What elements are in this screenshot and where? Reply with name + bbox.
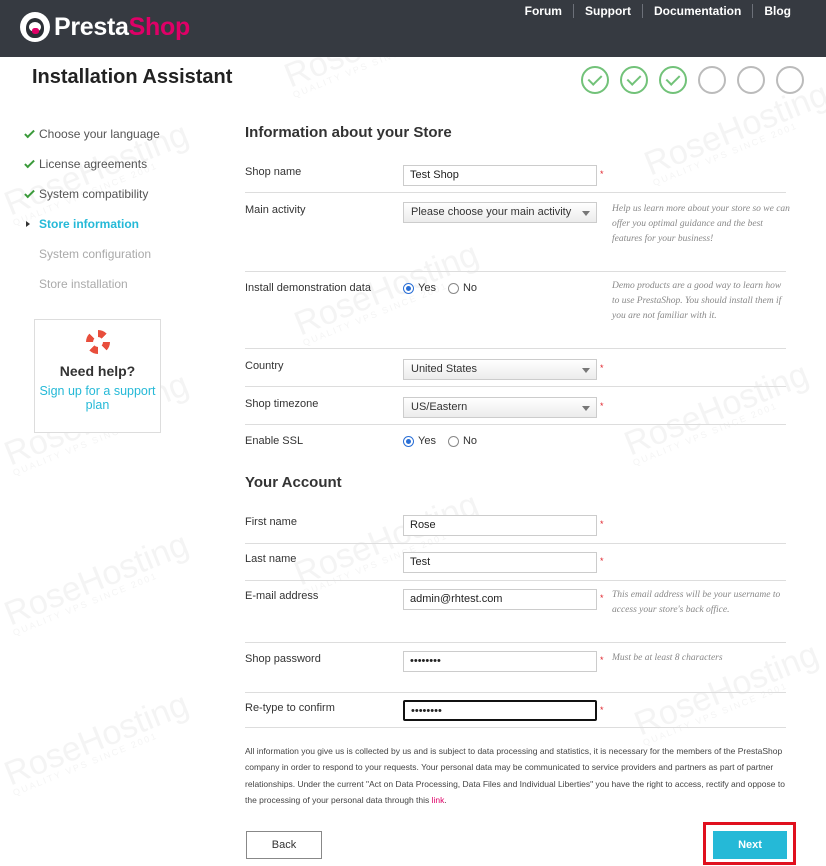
last-name-input[interactable]: Test <box>403 552 597 573</box>
first-name-row: First name Rose * <box>245 507 786 544</box>
password-hint: Must be at least 8 characters <box>612 653 723 663</box>
email-row: E-mail address admin@rhtest.com * This e… <box>245 581 786 643</box>
demo-data-row: Install demonstration data Yes No Demo p… <box>245 272 786 349</box>
country-row: Country United States * <box>245 349 786 387</box>
required-mark: * <box>600 363 604 373</box>
main-activity-label: Main activity <box>245 204 306 216</box>
demo-data-radio-group: Yes No <box>403 282 489 294</box>
sidebar-item-compatibility: System compatibility <box>24 179 214 209</box>
shop-name-input[interactable]: Test Shop <box>403 165 597 186</box>
required-mark: * <box>600 556 604 566</box>
step-2-done-icon <box>620 66 648 94</box>
last-name-row: Last name Test * <box>245 544 786 581</box>
sidebar-item-language: Choose your language <box>24 119 214 149</box>
chevron-down-icon <box>582 368 590 373</box>
store-section-title: Information about your Store <box>245 124 452 141</box>
page-title: Installation Assistant <box>32 66 233 88</box>
shop-name-label: Shop name <box>245 166 302 178</box>
demo-data-yes-radio[interactable] <box>403 282 414 294</box>
demo-data-hint: Demo products are a good way to learn ho… <box>612 281 782 321</box>
demo-data-label: Install demonstration data <box>245 282 371 294</box>
watermark: RoseHostingQUALITY VPS SINCE 2001 <box>0 685 194 798</box>
check-icon <box>24 127 35 138</box>
demo-data-no-radio[interactable] <box>447 282 459 294</box>
ssl-no-radio[interactable] <box>447 435 459 447</box>
nav-blog[interactable]: Blog <box>752 4 802 18</box>
main-activity-select[interactable]: Please choose your main activity <box>403 202 597 223</box>
chevron-down-icon <box>582 211 590 216</box>
country-label: Country <box>245 360 284 372</box>
help-box: Need help? Sign up for a support plan <box>34 319 161 433</box>
ssl-yes-radio[interactable] <box>403 435 414 447</box>
email-hint: This email address will be your username… <box>612 590 781 615</box>
chevron-down-icon <box>582 406 590 411</box>
last-name-label: Last name <box>245 553 297 565</box>
required-mark: * <box>600 655 604 665</box>
step-6-pending-icon <box>776 66 804 94</box>
step-4-pending-icon <box>698 66 726 94</box>
logo-text: PrestaShop <box>54 12 190 41</box>
step-3-done-icon <box>659 66 687 94</box>
step-1-done-icon <box>581 66 609 94</box>
sidebar-item-license: License agreements <box>24 149 214 179</box>
ssl-row: Enable SSL Yes No <box>245 425 786 455</box>
steps-sidebar: Choose your language License agreements … <box>24 119 214 299</box>
step-indicator <box>581 66 804 94</box>
email-label: E-mail address <box>245 590 319 602</box>
watermark: RoseHostingQUALITY VPS SINCE 2001 <box>0 525 194 638</box>
sidebar-item-system-configuration: System configuration <box>39 247 152 261</box>
privacy-notice: All information you give us is collected… <box>245 746 785 805</box>
top-header: PrestaShop Forum Support Documentation B… <box>0 0 826 57</box>
lifebuoy-icon <box>85 330 110 354</box>
main-activity-hint: Help us learn more about your store so w… <box>612 204 790 244</box>
shop-name-row: Shop name Test Shop * <box>245 157 786 193</box>
required-mark: * <box>600 519 604 529</box>
password-row: Shop password •••••••• * Must be at leas… <box>245 643 786 693</box>
back-button[interactable]: Back <box>246 831 322 859</box>
next-button[interactable]: Next <box>713 831 787 859</box>
main-activity-row: Main activity Please choose your main ac… <box>245 193 790 272</box>
first-name-label: First name <box>245 516 297 528</box>
top-nav: Forum Support Documentation Blog <box>514 4 802 18</box>
ssl-label: Enable SSL <box>245 435 304 447</box>
privacy-link[interactable]: link <box>432 795 445 805</box>
confirm-row: Re-type to confirm •••••••• * <box>245 693 786 728</box>
step-5-pending-icon <box>737 66 765 94</box>
timezone-label: Shop timezone <box>245 398 319 410</box>
ssl-radio-group: Yes No <box>403 435 489 447</box>
nav-documentation[interactable]: Documentation <box>641 4 752 18</box>
confirm-label: Re-type to confirm <box>245 702 335 714</box>
timezone-row: Shop timezone US/Eastern * <box>245 387 786 425</box>
arrow-right-icon <box>26 221 30 227</box>
required-mark: * <box>600 401 604 411</box>
confirm-password-input[interactable]: •••••••• <box>403 700 597 721</box>
password-input[interactable]: •••••••• <box>403 651 597 672</box>
first-name-input[interactable]: Rose <box>403 515 597 536</box>
email-input[interactable]: admin@rhtest.com <box>403 589 597 610</box>
check-icon <box>24 157 35 168</box>
nav-support[interactable]: Support <box>572 4 642 18</box>
required-mark: * <box>600 169 604 179</box>
nav-forum[interactable]: Forum <box>514 4 573 18</box>
puffin-icon <box>20 12 50 42</box>
prestashop-logo[interactable]: PrestaShop <box>20 12 190 42</box>
sidebar-item-store-information: Store information <box>24 209 214 239</box>
check-icon <box>24 187 35 198</box>
help-title: Need help? <box>59 363 136 379</box>
sidebar-item-store-installation: Store installation <box>39 277 128 291</box>
country-select[interactable]: United States <box>403 359 597 380</box>
required-mark: * <box>600 705 604 715</box>
timezone-select[interactable]: US/Eastern <box>403 397 597 418</box>
required-mark: * <box>600 593 604 603</box>
account-section-title: Your Account <box>245 474 342 491</box>
support-plan-link[interactable]: Sign up for a support plan <box>35 384 160 412</box>
password-label: Shop password <box>245 653 321 665</box>
